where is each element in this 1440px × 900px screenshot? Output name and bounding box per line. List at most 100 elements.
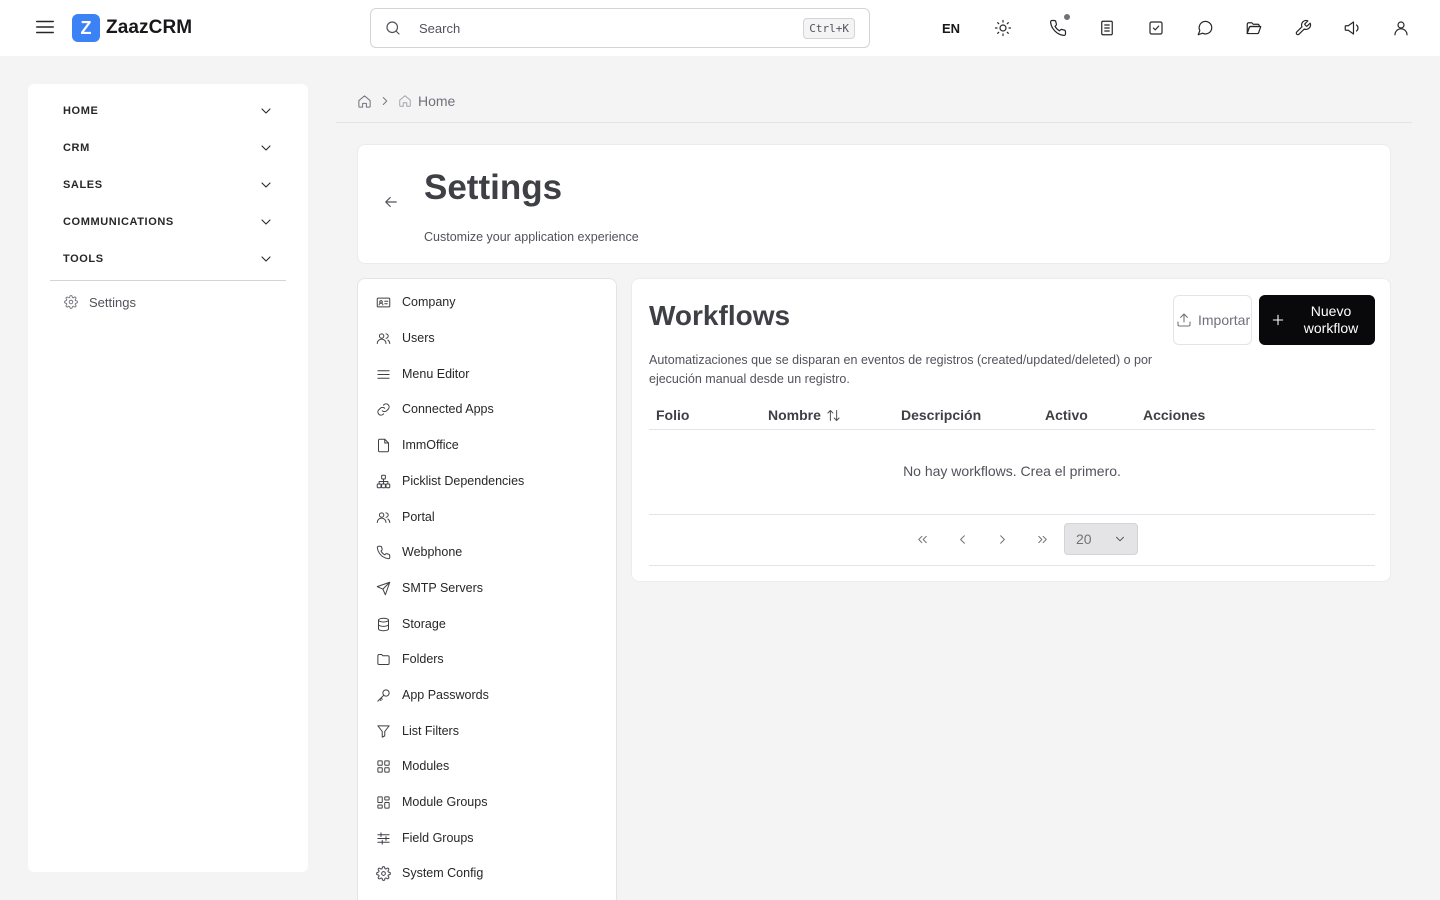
import-button[interactable]: Importar xyxy=(1173,295,1252,345)
phone-button[interactable] xyxy=(1033,8,1082,48)
column-header-label: Nombre xyxy=(768,407,821,423)
home-icon xyxy=(358,94,371,108)
files-button[interactable] xyxy=(1229,8,1278,48)
settings-menu-item-field-groups[interactable]: Field Groups xyxy=(376,826,606,850)
database-icon xyxy=(378,617,389,631)
tools-button[interactable] xyxy=(1278,8,1327,48)
sort-icon[interactable] xyxy=(826,408,841,423)
users-icon xyxy=(376,332,391,344)
settings-menu-item-smtp-servers[interactable]: SMTP Servers xyxy=(376,576,606,600)
user-icon xyxy=(1393,21,1408,36)
new-workflow-button[interactable]: Nuevo workflow xyxy=(1259,295,1375,345)
page-header-card: Settings Customize your application expe… xyxy=(357,144,1391,264)
chat-icon xyxy=(1197,20,1212,36)
chevrons-right-icon xyxy=(1037,535,1047,543)
language-switcher[interactable]: EN xyxy=(930,21,972,36)
settings-menu-label: Folders xyxy=(402,652,444,666)
arrow-left-icon xyxy=(385,196,397,208)
settings-menu-label: App Passwords xyxy=(402,688,489,702)
settings-menu-item-immoffice[interactable]: ImmOffice xyxy=(376,433,606,457)
sidebar-group-label: HOME xyxy=(63,104,99,117)
gear-icon xyxy=(376,865,391,881)
settings-menu-item-system-config[interactable]: System Config xyxy=(376,861,606,885)
settings-menu-item-portal[interactable]: Portal xyxy=(376,505,606,529)
workflows-card: Workflows Automatizaciones que se dispar… xyxy=(631,278,1391,582)
settings-menu-item-connected-apps[interactable]: Connected Apps xyxy=(376,397,606,421)
chevron-down-icon xyxy=(261,255,271,262)
sidebar-group-label: TOOLS xyxy=(63,252,104,265)
menu-lines-icon xyxy=(377,369,390,379)
settings-menu-item-storage[interactable]: Storage xyxy=(376,612,606,636)
link-icon xyxy=(377,402,390,416)
settings-menu-label: Company xyxy=(402,295,456,309)
sidebar-group-communications[interactable]: COMMUNICATIONS xyxy=(50,203,286,240)
settings-menu-label: Portal xyxy=(402,510,435,524)
settings-menu-item-folders[interactable]: Folders xyxy=(376,647,606,671)
last-page-button[interactable] xyxy=(1022,523,1062,555)
notes-icon xyxy=(1100,20,1113,36)
sidebar-divider xyxy=(50,280,286,281)
pagination-divider xyxy=(649,565,1375,566)
breadcrumb: Home xyxy=(357,93,455,109)
sidebar-group-label: COMMUNICATIONS xyxy=(63,215,174,228)
settings-menu-label: Menu Editor xyxy=(402,367,470,381)
settings-menu-label: ImmOffice xyxy=(402,438,459,452)
sidebar-item-settings[interactable]: Settings xyxy=(50,290,286,314)
breadcrumb-divider xyxy=(336,122,1412,123)
hamburger-menu-icon[interactable] xyxy=(34,16,58,40)
key-icon xyxy=(377,688,390,702)
page-size-value: 20 xyxy=(1076,531,1092,547)
settings-menu-item-users[interactable]: Users xyxy=(376,326,606,350)
sidebar-group-sales[interactable]: SALES xyxy=(50,166,286,203)
chevron-down-icon xyxy=(261,107,271,114)
next-page-button[interactable] xyxy=(982,523,1022,555)
settings-menu-item-module-groups[interactable]: Module Groups xyxy=(376,790,606,814)
page-subtitle: Customize your application experience xyxy=(424,230,639,244)
home-icon xyxy=(399,95,411,107)
search-shortcut: Ctrl+K xyxy=(803,17,855,39)
id-card-icon xyxy=(376,297,391,307)
first-page-button[interactable] xyxy=(902,523,942,555)
settings-menu-item-company[interactable]: Company xyxy=(376,290,606,314)
folder-open-icon xyxy=(1246,22,1261,35)
page-size-select[interactable]: 20 xyxy=(1064,523,1138,555)
column-header-label: Descripción xyxy=(901,407,982,423)
breadcrumb-home-link[interactable] xyxy=(357,94,372,109)
settings-menu-item-list-filters[interactable]: List Filters xyxy=(376,719,606,743)
sidebar-group-tools[interactable]: TOOLS xyxy=(50,240,286,277)
app-logo[interactable]: Z ZaazCRM xyxy=(72,14,192,42)
grid-group-icon xyxy=(377,795,390,809)
search-input[interactable]: Search Ctrl+K xyxy=(370,8,870,48)
theme-toggle-button[interactable] xyxy=(972,8,1033,48)
settings-menu-item-menu-editor[interactable]: Menu Editor xyxy=(376,362,606,386)
sidebar: HOME CRM SALES COMMUNICATIONS TOOLS Sett… xyxy=(28,84,308,872)
column-header-activo: Activo xyxy=(1045,407,1088,423)
user-profile-button[interactable] xyxy=(1376,8,1425,48)
back-button[interactable] xyxy=(382,193,402,213)
settings-menu-label: List Filters xyxy=(402,724,459,738)
column-header-nombre[interactable]: Nombre xyxy=(768,407,841,423)
plus-icon xyxy=(1272,314,1284,326)
settings-menu-item-webphone[interactable]: Webphone xyxy=(376,540,606,564)
gear-icon xyxy=(64,295,78,309)
filter-icon xyxy=(377,724,390,738)
settings-menu-item-picklist-dependencies[interactable]: Picklist Dependencies xyxy=(376,469,606,493)
tasks-button[interactable] xyxy=(1131,8,1180,48)
previous-page-button[interactable] xyxy=(942,523,982,555)
chat-button[interactable] xyxy=(1180,8,1229,48)
users-icon xyxy=(376,511,391,523)
phone-icon xyxy=(1049,19,1066,37)
settings-menu-label: Module Groups xyxy=(402,795,488,809)
notes-button[interactable] xyxy=(1082,8,1131,48)
settings-menu-item-app-passwords[interactable]: App Passwords xyxy=(376,683,606,707)
top-bar: Z ZaazCRM Search Ctrl+K EN xyxy=(0,0,1440,56)
chevron-left-icon xyxy=(959,534,965,544)
column-header-acciones: Acciones xyxy=(1143,407,1205,423)
sidebar-group-home[interactable]: HOME xyxy=(50,92,286,129)
empty-state-message: No hay workflows. Crea el primero. xyxy=(903,463,1121,479)
chevron-down-icon xyxy=(261,144,271,151)
sidebar-group-crm[interactable]: CRM xyxy=(50,129,286,166)
settings-menu-item-modules[interactable]: Modules xyxy=(376,754,606,778)
announcements-button[interactable] xyxy=(1327,8,1376,48)
chevron-right-icon xyxy=(382,97,388,105)
